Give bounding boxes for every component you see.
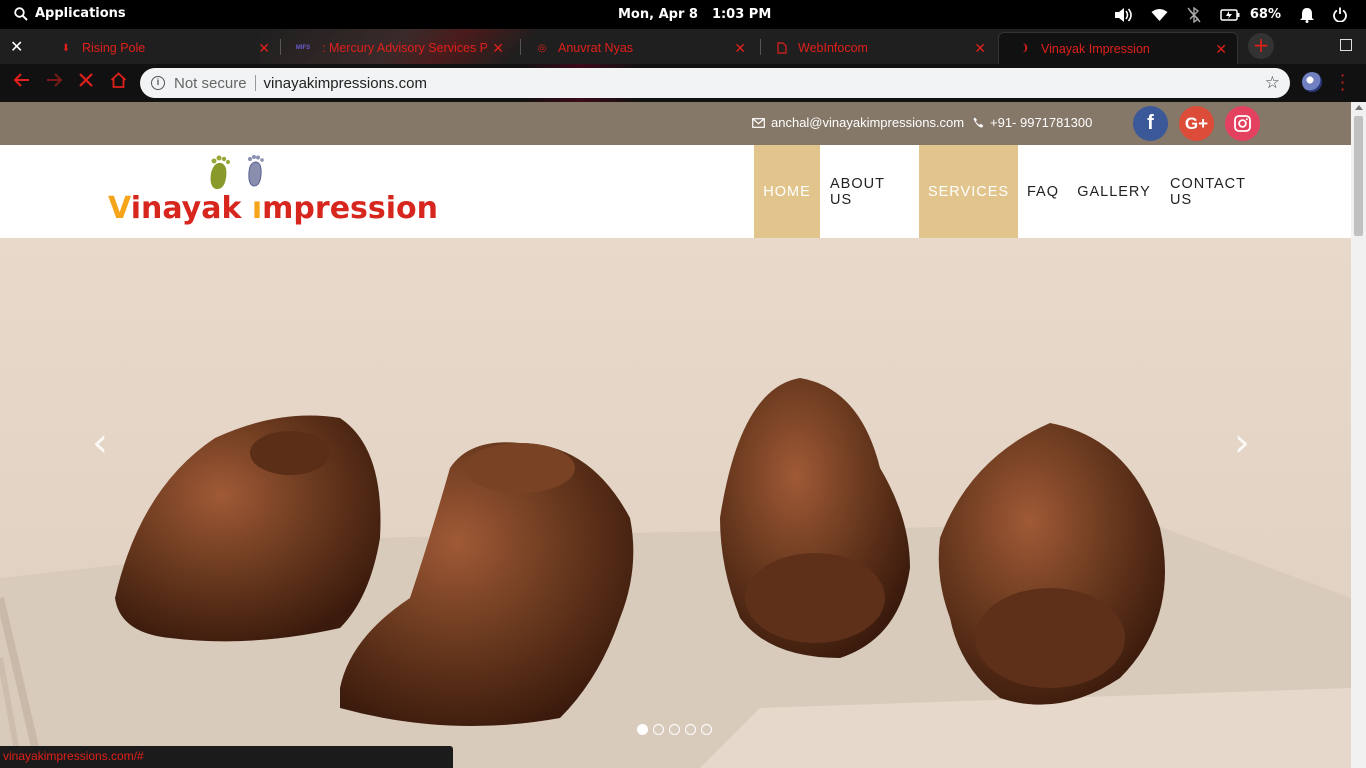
main-navigation: HOME ABOUT US SERVICES FAQ GALLERY CONTA… xyxy=(754,145,1276,238)
hero-slider: ‹ › xyxy=(0,238,1351,768)
slide-indicator-3[interactable] xyxy=(669,724,680,735)
web-page: anchal@vinayakimpressions.com +91- 99717… xyxy=(0,102,1351,768)
nav-home[interactable]: HOME xyxy=(754,145,820,238)
phone-text[interactable]: +91- 9971781300 xyxy=(990,115,1092,130)
system-top-bar: Applications Mon, Apr 8 1:03 PM 68% xyxy=(0,0,1366,29)
scrollbar-thumb[interactable] xyxy=(1354,116,1363,236)
site-logo[interactable]: Vinayak ımpression xyxy=(108,153,438,233)
bookmark-star-icon[interactable]: ☆ xyxy=(1265,73,1280,93)
contact-bar: anchal@vinayakimpressions.com +91- 99717… xyxy=(0,102,1351,145)
tab-anuvrat-nyas[interactable]: ◎ Anuvrat Nyas ✕ xyxy=(516,32,756,64)
back-arrow-icon xyxy=(13,73,29,87)
tab-title: WebInfocom xyxy=(798,41,868,55)
profile-avatar[interactable] xyxy=(1302,72,1322,92)
google-plus-icon: G+ xyxy=(1184,114,1209,133)
slider-next-arrow[interactable]: › xyxy=(1234,420,1250,466)
slide-indicator-5[interactable] xyxy=(701,724,712,735)
time-label: 1:03 PM xyxy=(711,7,772,22)
nav-about-us[interactable]: ABOUT US xyxy=(820,145,919,238)
scroll-up-arrow-icon[interactable] xyxy=(1355,105,1363,110)
close-tab-icon[interactable]: ✕ xyxy=(734,40,746,57)
system-tray[interactable]: 68% xyxy=(1114,0,1366,29)
battery-icon xyxy=(1220,8,1240,21)
bluetooth-off-icon[interactable] xyxy=(1187,6,1201,23)
power-icon[interactable] xyxy=(1333,7,1347,22)
wifi-icon[interactable] xyxy=(1151,8,1168,22)
close-tab-icon[interactable]: ✕ xyxy=(492,40,504,57)
footprint-i-icon: ı xyxy=(251,191,263,226)
applications-menu[interactable]: Applications xyxy=(14,6,126,21)
footprints-logo-icon xyxy=(210,155,264,190)
address-bar[interactable]: i Not secure vinayakimpressions.com ☆ xyxy=(140,68,1290,98)
url-text[interactable]: vinayakimpressions.com xyxy=(264,75,427,92)
forward-button[interactable] xyxy=(46,72,64,93)
tab-webinfocom[interactable]: WebInfocom ✕ xyxy=(756,32,996,64)
close-tab-icon[interactable]: ✕ xyxy=(258,40,270,57)
email-text[interactable]: anchal@vinayakimpressions.com xyxy=(771,115,964,130)
restore-window-icon[interactable] xyxy=(1340,39,1352,51)
close-tab-icon[interactable]: ✕ xyxy=(974,40,986,57)
phone-contact[interactable]: +91- 9971781300 xyxy=(973,115,1092,130)
spinner-favicon: ◎ xyxy=(537,42,547,54)
logo-first-letter: V xyxy=(108,191,131,226)
browser-menu-icon[interactable]: · · · xyxy=(1340,68,1345,98)
tab-title: : Mercury Advisory Services P xyxy=(322,41,487,55)
battery-indicator[interactable]: 68% xyxy=(1220,7,1281,22)
instagram-button[interactable] xyxy=(1225,106,1260,141)
slider-indicators xyxy=(637,724,712,735)
phone-icon xyxy=(973,117,984,128)
tab-rising-pole[interactable]: ⬇ Rising Pole ✕ xyxy=(40,32,280,64)
logo-wordmark: Vinayak ımpression xyxy=(108,191,438,226)
page-icon xyxy=(776,42,788,54)
tab-title: Vinayak Impression xyxy=(1041,41,1150,56)
hero-image xyxy=(0,378,1351,768)
date-label: Mon, Apr 8 xyxy=(618,7,698,22)
nav-faq[interactable]: FAQ xyxy=(1018,145,1068,238)
loading-icon: ❩ xyxy=(1020,43,1030,54)
browser-tab-strip: ✕ ⬇ Rising Pole ✕ MIFS : Mercury Advisor… xyxy=(0,29,1366,64)
tab-title: Rising Pole xyxy=(82,41,146,55)
close-window-icon[interactable]: ✕ xyxy=(10,37,23,56)
search-icon xyxy=(14,6,28,21)
back-button[interactable] xyxy=(12,72,30,93)
instagram-icon xyxy=(1234,115,1251,132)
slide-indicator-2[interactable] xyxy=(653,724,664,735)
slide-indicator-4[interactable] xyxy=(685,724,696,735)
logo-text-part1: inayak xyxy=(130,191,252,226)
home-icon xyxy=(110,72,127,88)
nav-services[interactable]: SERVICES xyxy=(919,145,1018,238)
volume-icon[interactable] xyxy=(1114,7,1132,23)
stop-icon xyxy=(79,73,93,87)
notification-bell-icon[interactable] xyxy=(1300,7,1314,23)
tab-mercury-advisory[interactable]: MIFS : Mercury Advisory Services P ✕ xyxy=(274,32,514,64)
tab-title: Anuvrat Nyas xyxy=(558,41,634,55)
slide-indicator-1[interactable] xyxy=(637,724,648,735)
applications-label: Applications xyxy=(35,6,126,21)
tab-vinayak-impression[interactable]: ❩ Vinayak Impression ✕ xyxy=(998,32,1238,64)
mafs-favicon: MIFS xyxy=(295,45,311,51)
close-tab-icon[interactable]: ✕ xyxy=(1215,41,1227,58)
battery-percent: 68% xyxy=(1249,7,1281,22)
nav-gallery[interactable]: GALLERY xyxy=(1068,145,1160,238)
site-info-icon[interactable]: i xyxy=(151,76,165,90)
forward-arrow-icon xyxy=(47,73,63,87)
envelope-icon xyxy=(752,117,765,128)
new-tab-button[interactable]: + xyxy=(1248,33,1274,59)
nav-contact-us[interactable]: CONTACT US xyxy=(1160,145,1276,238)
site-header: Vinayak ımpression HOME ABOUT US SERVICE… xyxy=(0,145,1351,238)
link-status-bubble: vinayakimpressions.com/# xyxy=(0,746,453,768)
page-scrollbar[interactable] xyxy=(1351,102,1366,768)
logo-text-part2: mpression xyxy=(262,191,439,226)
facebook-button[interactable]: f xyxy=(1133,106,1168,141)
facebook-icon: f xyxy=(1147,112,1154,134)
google-plus-button[interactable]: G+ xyxy=(1179,106,1214,141)
email-contact[interactable]: anchal@vinayakimpressions.com xyxy=(752,115,964,130)
browser-toolbar: i Not secure vinayakimpressions.com ☆ · ·… xyxy=(0,64,1366,102)
security-label[interactable]: Not secure xyxy=(174,75,247,92)
slider-prev-arrow[interactable]: ‹ xyxy=(92,420,108,466)
stop-loading-button[interactable] xyxy=(79,72,93,92)
site-favicon: ⬇ xyxy=(61,42,71,54)
clock[interactable]: Mon, Apr 8 1:03 PM xyxy=(618,7,785,22)
home-button[interactable] xyxy=(110,72,127,93)
